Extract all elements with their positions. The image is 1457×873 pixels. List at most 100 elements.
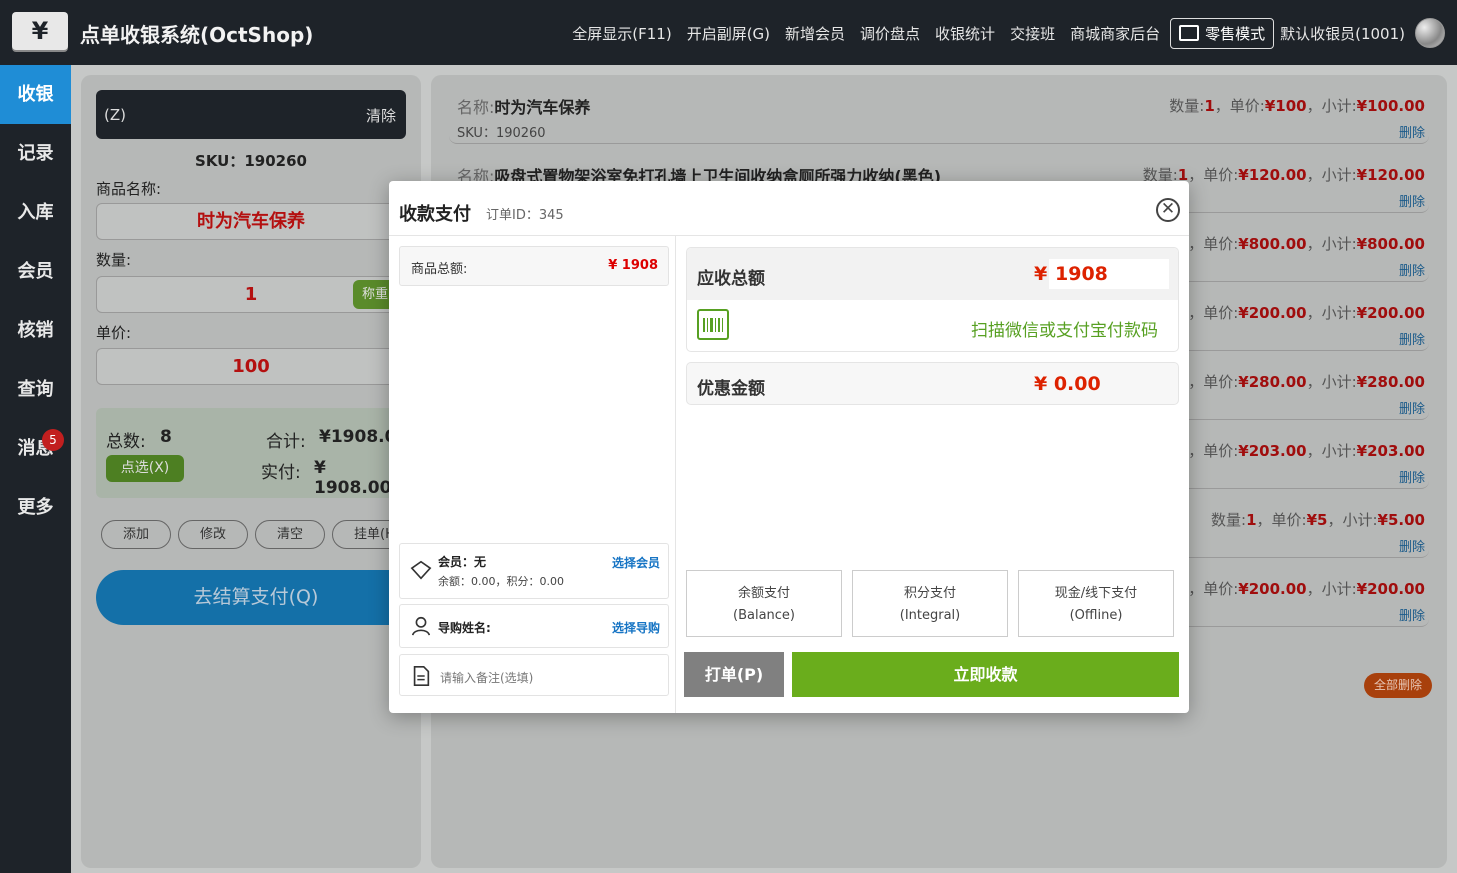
note-placeholder: 请输入备注(选填) xyxy=(440,671,534,685)
retail-mode-label: 零售模式 xyxy=(1205,24,1266,43)
cart-item-price: ¥120.00 xyxy=(1238,166,1307,184)
member-detail: 余额：0.00，积分：0.00 xyxy=(438,575,564,588)
integral-pay-button[interactable]: 积分支付 (Integral) xyxy=(852,570,1008,637)
cart-item-subtotal: ¥200.00 xyxy=(1356,304,1425,322)
nav-shift-handover[interactable]: 交接班 xyxy=(1010,23,1055,44)
payment-modal: 收款支付 订单ID：345 ✕ 商品总额: ¥ 1908 会员：无 余额：0.0… xyxy=(389,181,1189,713)
cart-item-delete-link[interactable]: 删除 xyxy=(1399,467,1425,486)
app-logo[interactable]: ¥ xyxy=(12,12,68,50)
order-id: 订单ID：345 xyxy=(486,208,564,223)
sidebar-item-records[interactable]: 记录 xyxy=(0,124,71,183)
cart-item-subtotal: ¥120.00 xyxy=(1356,166,1425,184)
offline-pay-button[interactable]: 现金/线下支付 (Offline) xyxy=(1018,570,1174,637)
order-summary: 总数: 8 合计: ¥1908.00 点选(X) 实付: ¥ 1908.00 xyxy=(96,408,408,498)
sidebar-item-query[interactable]: 查询 xyxy=(0,360,71,419)
cart-item-subtotal: ¥100.00 xyxy=(1356,97,1425,115)
modal-header: 收款支付 订单ID：345 ✕ xyxy=(389,181,1189,236)
app-title: 点单收银系统(OctShop) xyxy=(80,23,314,47)
goods-total-box: 商品总额: ¥ 1908 xyxy=(399,246,669,286)
select-member-link[interactable]: 选择会员 xyxy=(612,554,660,571)
cart-item-delete-link[interactable]: 删除 xyxy=(1399,398,1425,417)
balance-pay-title: 余额支付 xyxy=(737,586,790,601)
cart-item-delete-link[interactable]: 删除 xyxy=(1399,329,1425,348)
scan-input[interactable]: (Z) 清除 xyxy=(96,90,406,139)
delete-all-button[interactable]: 全部删除 xyxy=(1364,673,1432,698)
amount-due-label: 应收总额 xyxy=(697,269,765,289)
top-nav: 全屏显示(F11) 开启副屏(G) 新增会员 调价盘点 收银统计 交接班 商城商… xyxy=(557,17,1445,49)
nav-second-screen[interactable]: 开启副屏(G) xyxy=(687,23,770,44)
paid-label: 实付: xyxy=(261,463,301,483)
sidebar-item-stock-in[interactable]: 入库 xyxy=(0,183,71,242)
edit-button[interactable]: 修改 xyxy=(178,520,249,549)
add-button[interactable]: 添加 xyxy=(101,520,172,549)
goods-total-label: 商品总额: xyxy=(411,262,468,277)
nav-price-inventory[interactable]: 调价盘点 xyxy=(860,23,920,44)
retail-mode-button[interactable]: 零售模式 xyxy=(1170,17,1275,49)
scan-input-placeholder: (Z) xyxy=(104,106,126,124)
price-label: 单价: xyxy=(96,324,132,342)
pay-now-button[interactable]: 立即收款 xyxy=(792,652,1179,697)
amount-due-box: 应收总额 ¥ 1908 扫描微信或支付宝付款码 xyxy=(686,247,1179,352)
close-icon[interactable]: ✕ xyxy=(1156,198,1180,222)
member-label: 会员：无 xyxy=(438,555,487,569)
cart-item-pricing: 1，单价:¥203.00，小计:¥203.00 xyxy=(1178,440,1425,461)
offline-pay-sub: (Offline) xyxy=(1069,608,1123,623)
cart-item-pricing: 1，单价:¥800.00，小计:¥800.00 xyxy=(1178,233,1425,254)
cart-actions: 添加 修改 清空 挂单(H) xyxy=(101,520,429,549)
member-box: 会员：无 余额：0.00，积分：0.00 选择会员 xyxy=(399,543,669,599)
sidebar-item-cashier[interactable]: 收银 xyxy=(0,65,71,124)
total-count: 8 xyxy=(160,427,172,447)
clear-button[interactable]: 清除 xyxy=(366,105,396,126)
cart-item-subtotal: ¥800.00 xyxy=(1356,235,1425,253)
top-bar: ¥ 点单收银系统(OctShop) 全屏显示(F11) 开启副屏(G) 新增会员… xyxy=(0,0,1457,65)
modal-title: 收款支付 xyxy=(399,204,471,225)
total-count-label: 总数: xyxy=(106,432,146,452)
nav-cash-stats[interactable]: 收银统计 xyxy=(935,23,995,44)
cart-item-delete-link[interactable]: 删除 xyxy=(1399,122,1425,141)
select-guide-link[interactable]: 选择导购 xyxy=(612,619,660,636)
sidebar-item-messages[interactable]: 消息 5 xyxy=(0,419,71,478)
cart-item-pricing: 数量:1，单价:¥5，小计:¥5.00 xyxy=(1211,511,1425,529)
cart-item-delete-link[interactable]: 删除 xyxy=(1399,536,1425,555)
pick-button[interactable]: 点选(X) xyxy=(106,455,184,482)
guide-box: 导购姓名: 选择导购 xyxy=(399,604,669,648)
empty-button[interactable]: 清空 xyxy=(255,520,326,549)
name-field[interactable]: 时为汽车保养 xyxy=(96,203,406,240)
message-badge: 5 xyxy=(42,429,64,451)
scan-payment-hint[interactable]: 扫描微信或支付宝付款码 xyxy=(971,316,1158,341)
checkout-button[interactable]: 去结算支付(Q) xyxy=(96,570,416,625)
cart-item-name: 名称:时为汽车保养 xyxy=(457,98,591,117)
balance-pay-button[interactable]: 余额支付 (Balance) xyxy=(686,570,842,637)
amount-due-row: 应收总额 ¥ 1908 xyxy=(687,248,1178,300)
price-field[interactable]: 100 xyxy=(96,348,406,385)
user-icon xyxy=(411,616,431,636)
cart-item-sku: SKU：190260 xyxy=(457,126,546,141)
goods-total-value: ¥ 1908 xyxy=(608,258,658,273)
nav-fullscreen[interactable]: 全屏显示(F11) xyxy=(572,23,671,44)
sidebar-item-members[interactable]: 会员 xyxy=(0,242,71,301)
sidebar-item-more[interactable]: 更多 xyxy=(0,478,71,537)
discount-value[interactable]: ¥ 0.00 xyxy=(1034,373,1101,395)
sku-line: SKU：190260 xyxy=(195,152,307,170)
modal-left-column: 商品总额: ¥ 1908 会员：无 余额：0.00，积分：0.00 选择会员 导… xyxy=(389,236,676,713)
cart-item-price: ¥5 xyxy=(1306,511,1328,529)
cart-item-subtotal: ¥280.00 xyxy=(1356,373,1425,391)
print-button[interactable]: 打单(P) xyxy=(684,652,784,697)
cart-item-pricing: 1，单价:¥280.00，小计:¥280.00 xyxy=(1178,371,1425,392)
integral-pay-title: 积分支付 xyxy=(903,586,956,601)
nav-merchant-admin[interactable]: 商城商家后台 xyxy=(1070,23,1160,44)
note-input[interactable]: 请输入备注(选填) xyxy=(399,654,669,696)
cart-item-delete-link[interactable]: 删除 xyxy=(1399,260,1425,279)
cashier-name[interactable]: 默认收银员(1001) xyxy=(1280,23,1405,44)
cart-item-subtotal: ¥5.00 xyxy=(1377,511,1425,529)
nav-add-member[interactable]: 新增会员 xyxy=(785,23,845,44)
cart-item-delete-link[interactable]: 删除 xyxy=(1399,605,1425,624)
avatar[interactable] xyxy=(1415,18,1445,48)
payment-methods: 余额支付 (Balance) 积分支付 (Integral) 现金/线下支付 (… xyxy=(686,570,1184,637)
cart-item-pricing: 1，单价:¥200.00，小计:¥200.00 xyxy=(1178,302,1425,323)
cart-item-price: ¥203.00 xyxy=(1238,442,1307,460)
amount-due-input[interactable]: 1908 xyxy=(1049,259,1169,289)
amount-due-currency: ¥ xyxy=(1034,263,1048,285)
sidebar-item-verify[interactable]: 核销 xyxy=(0,301,71,360)
cart-item-delete-link[interactable]: 删除 xyxy=(1399,191,1425,210)
